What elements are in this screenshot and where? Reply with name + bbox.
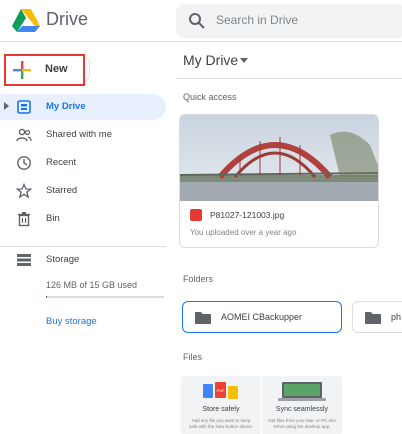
file-card-store-safely[interactable]: PDF Store safely Add any file you want t…	[181, 376, 261, 434]
storage-progress-fill	[46, 296, 47, 298]
folder-name: ph	[391, 312, 402, 322]
search-placeholder: Search in Drive	[216, 13, 299, 27]
new-button[interactable]: New	[4, 54, 85, 86]
trash-icon	[18, 212, 30, 227]
quick-access-subtitle: You uploaded over a year ago	[190, 228, 297, 237]
file-card-sync-seamlessly[interactable]: Sync seamlessly Get files from your Mac …	[262, 376, 342, 434]
sidebar-item-label: Shared with me	[46, 129, 113, 140]
svg-text:PDF: PDF	[217, 388, 226, 393]
expand-arrow-icon[interactable]	[4, 102, 9, 110]
file-card-description: Add any file you want to keep safe with …	[188, 418, 254, 429]
quick-access-heading: Quick access	[183, 92, 237, 102]
buy-storage-link[interactable]: Buy storage	[46, 316, 97, 327]
star-icon	[16, 183, 32, 199]
bridge-photo-thumbnail	[180, 115, 378, 201]
app-title: Drive	[46, 9, 89, 29]
folder-name: AOMEI CBackupper	[221, 312, 303, 322]
files-heading: Files	[183, 352, 203, 362]
drive-logo-icon[interactable]	[12, 8, 40, 32]
sidebar-item-bin[interactable]: Bin	[0, 206, 166, 232]
storage-icon	[17, 254, 31, 266]
page-title[interactable]: My Drive	[183, 52, 238, 68]
folder-icon	[195, 312, 211, 324]
sidebar-item-storage[interactable]: Storage	[0, 246, 166, 272]
people-icon	[16, 128, 32, 142]
file-card-description: Get files from your Mac or PC into Drive…	[268, 418, 336, 429]
sidebar-item-label: Bin	[46, 213, 60, 224]
new-button-label: New	[45, 63, 68, 75]
sidebar-item-starred[interactable]: Starred	[0, 178, 166, 204]
search-icon[interactable]	[188, 12, 206, 30]
clock-icon	[17, 156, 31, 170]
sidebar-item-label: Recent	[46, 157, 77, 168]
top-bar: Drive Search in Drive	[0, 0, 402, 42]
sidebar-item-label: Starred	[46, 185, 78, 196]
storage-progress-bar	[46, 296, 164, 298]
sidebar-item-shared[interactable]: Shared with me	[0, 122, 166, 148]
image-file-icon	[190, 209, 202, 221]
files-illustration-icon: PDF	[203, 382, 238, 399]
sidebar-item-my-drive[interactable]: My Drive	[0, 94, 166, 120]
quick-access-file-name: P81027-121003.jpg	[210, 210, 285, 220]
folder-item[interactable]: AOMEI CBackupper	[182, 301, 342, 333]
folder-icon	[365, 312, 381, 324]
laptop-illustration-icon	[278, 382, 326, 401]
divider	[176, 78, 402, 79]
storage-used-text: 126 MB of 15 GB used	[46, 280, 138, 290]
folder-item[interactable]: ph	[352, 301, 402, 333]
search-input[interactable]: Search in Drive	[176, 4, 402, 38]
file-card-title: Store safely	[202, 406, 240, 413]
chevron-down-icon[interactable]	[240, 58, 248, 63]
quick-access-card[interactable]: P81027-121003.jpg You uploaded over a ye…	[179, 114, 379, 248]
my-drive-icon	[17, 100, 31, 114]
folders-heading: Folders	[183, 274, 214, 284]
sidebar-item-recent[interactable]: Recent	[0, 150, 166, 176]
plus-icon	[13, 61, 31, 79]
sidebar-item-label: My Drive	[46, 101, 86, 112]
sidebar-item-label: Storage	[46, 254, 80, 265]
file-card-title: Sync seamlessly	[275, 406, 329, 413]
